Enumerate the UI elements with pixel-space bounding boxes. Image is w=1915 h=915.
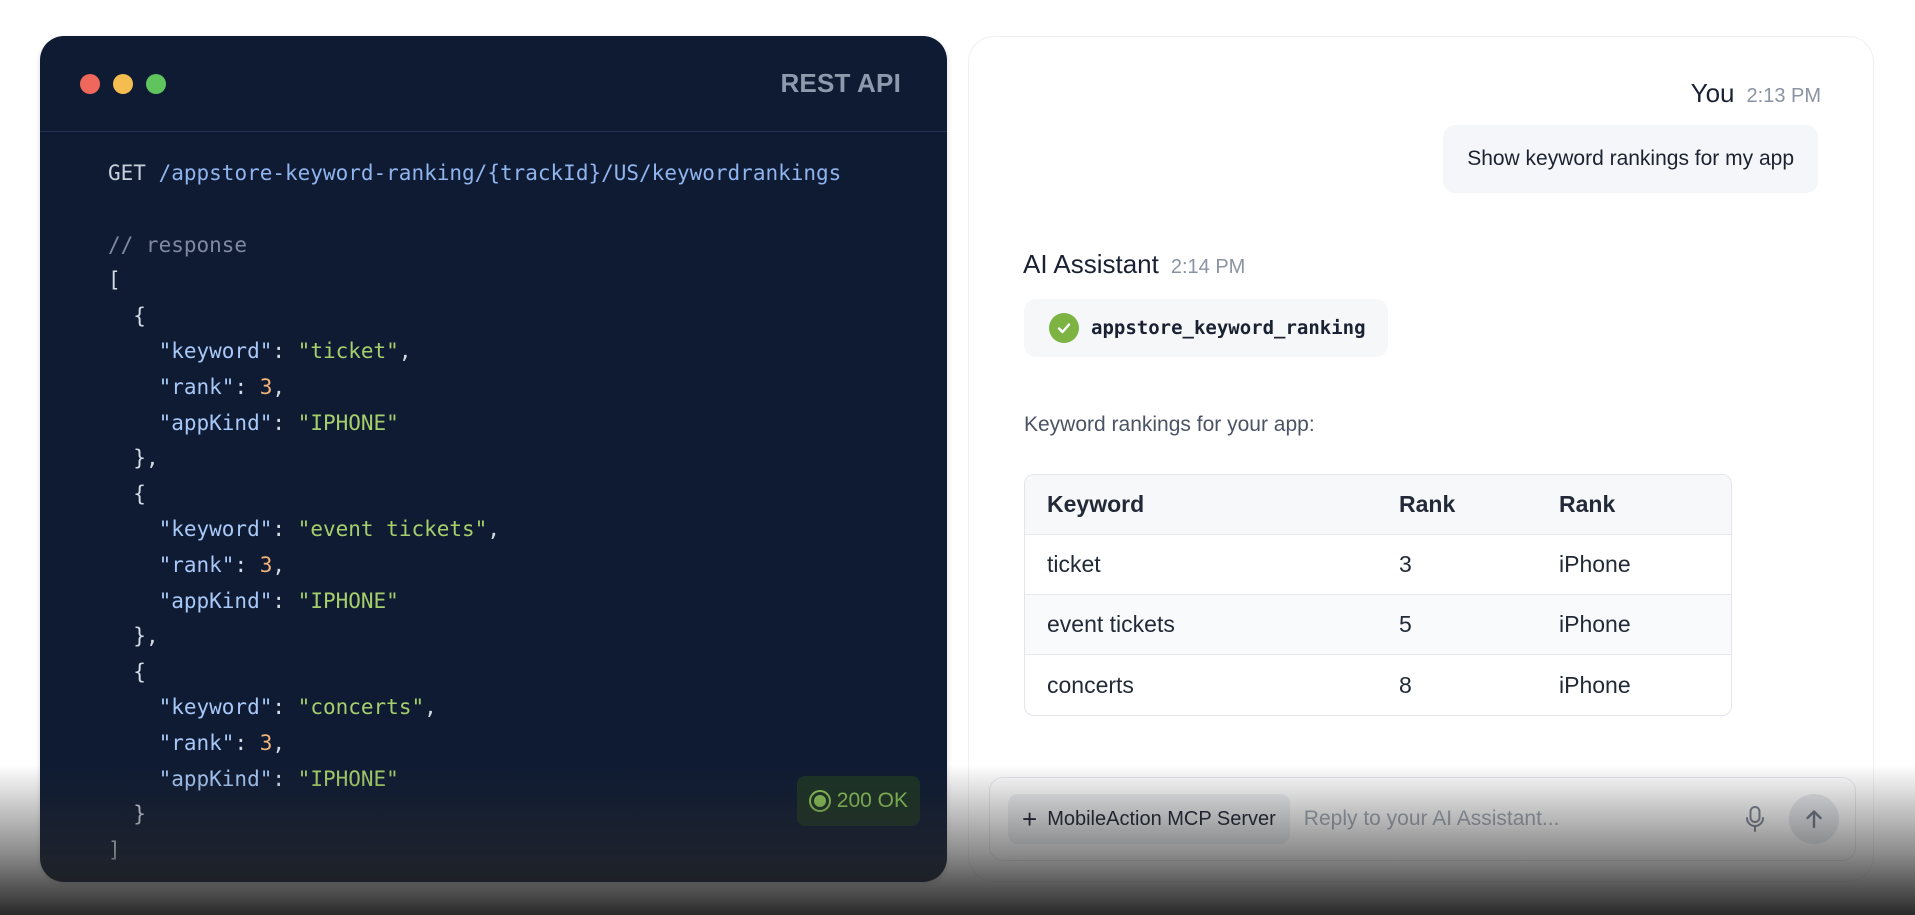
http-method: GET xyxy=(108,161,146,185)
cell-rank: 5 xyxy=(1377,595,1537,655)
cell-device: iPhone xyxy=(1537,595,1731,655)
send-button[interactable] xyxy=(1789,794,1839,844)
json-value: 3 xyxy=(259,552,273,577)
request-path: /appstore-keyword-ranking/{trackId}/US/k… xyxy=(158,161,842,185)
cell-rank: 3 xyxy=(1377,535,1537,595)
minimize-dot[interactable] xyxy=(113,73,133,94)
assistant-name: AI Assistant xyxy=(1023,249,1159,279)
column-header-keyword: Keyword xyxy=(1025,475,1377,535)
code-line: "appKind": "IPHONE" xyxy=(158,410,399,435)
json-key: "keyword" xyxy=(158,517,273,542)
cell-keyword: concerts xyxy=(1047,671,1134,698)
code-panel-header: REST API xyxy=(40,36,947,132)
plus-icon: + xyxy=(1022,804,1038,834)
reply-input[interactable] xyxy=(1303,794,1735,844)
close-dot[interactable] xyxy=(80,73,100,94)
code-line: "rank": 3, xyxy=(158,552,286,577)
keyword-ranking-table: Keyword Rank Rank ticket 3 iPhone event … xyxy=(1024,474,1732,716)
json-value: 3 xyxy=(259,730,273,755)
user-message-meta: You 2:13 PM xyxy=(1691,78,1821,109)
json-key: "rank" xyxy=(158,730,235,755)
cell-rank: 8 xyxy=(1399,671,1412,698)
json-key: "appKind" xyxy=(158,766,273,791)
code-panel-title: REST API xyxy=(780,68,901,98)
status-text: 200 OK xyxy=(836,789,908,812)
code-line: "keyword": "ticket", xyxy=(158,339,412,364)
code-line: }, xyxy=(133,624,159,649)
json-value: "ticket" xyxy=(297,339,399,364)
check-circle-icon xyxy=(1049,313,1079,343)
code-line: "rank": 3, xyxy=(158,374,286,399)
window-controls xyxy=(80,73,166,94)
table-row: ticket 3 iPhone xyxy=(1025,535,1731,595)
message-composer: + MobileAction MCP Server xyxy=(989,777,1856,861)
json-value: 3 xyxy=(259,374,273,399)
json-value: "event tickets" xyxy=(297,517,488,542)
table-row: concerts 8 iPhone xyxy=(1025,655,1731,715)
tool-call-chip[interactable]: appstore_keyword_ranking xyxy=(1024,299,1388,357)
json-key: "rank" xyxy=(158,374,235,399)
code-block: GET /appstore-keyword-ranking/{trackId}/… xyxy=(40,132,947,868)
json-key: "rank" xyxy=(158,552,235,577)
code-line: "rank": 3, xyxy=(158,730,286,755)
cell-keyword: event tickets xyxy=(1025,595,1377,655)
json-value: "IPHONE" xyxy=(297,410,399,435)
cell-keyword: ticket xyxy=(1025,535,1377,595)
code-line: { xyxy=(133,303,146,328)
mcp-server-label: MobileAction MCP Server xyxy=(1047,807,1276,830)
code-line: "keyword": "concerts", xyxy=(158,695,437,720)
code-line: }, xyxy=(133,446,159,471)
json-value: "concerts" xyxy=(297,695,425,720)
json-key: "appKind" xyxy=(158,410,273,435)
chat-panel: You 2:13 PM Show keyword rankings for my… xyxy=(968,36,1874,882)
status-badge: 200 OK xyxy=(796,776,920,826)
microphone-icon xyxy=(1746,806,1764,832)
json-value: "IPHONE" xyxy=(297,766,399,791)
code-line: { xyxy=(133,481,146,506)
arrow-up-icon xyxy=(1806,810,1822,829)
json-key: "keyword" xyxy=(158,339,273,364)
code-panel: REST API GET /appstore-keyword-ranking/{… xyxy=(40,36,947,882)
tool-name: appstore_keyword_ranking xyxy=(1091,317,1366,339)
code-line: { xyxy=(133,659,146,684)
mcp-server-button[interactable]: + MobileAction MCP Server xyxy=(1008,794,1290,844)
maximize-dot[interactable] xyxy=(146,73,166,94)
code-line: ] xyxy=(108,837,121,862)
json-key: "appKind" xyxy=(158,588,273,613)
user-message-time: 2:13 PM xyxy=(1746,85,1821,107)
json-key: "keyword" xyxy=(158,695,273,720)
user-name: You xyxy=(1690,78,1735,108)
assistant-intro-text: Keyword rankings for your app: xyxy=(1024,413,1315,436)
microphone-button[interactable] xyxy=(1735,794,1775,844)
status-dot-icon xyxy=(808,790,831,812)
code-line: "appKind": "IPHONE" xyxy=(158,588,399,613)
table-row: event tickets 5 iPhone xyxy=(1025,595,1731,655)
code-line: [ xyxy=(108,268,121,293)
cell-device: iPhone xyxy=(1559,671,1631,698)
json-value: "IPHONE" xyxy=(297,588,399,613)
assistant-message-time: 2:14 PM xyxy=(1170,256,1246,278)
response-comment: // response xyxy=(108,232,248,257)
request-line: GET /appstore-keyword-ranking/{trackId}/… xyxy=(108,156,947,192)
user-message-bubble: Show keyword rankings for my app xyxy=(1443,125,1818,193)
column-header-device: Rank xyxy=(1537,475,1731,535)
column-header-rank: Rank xyxy=(1377,475,1537,535)
table-header-row: Keyword Rank Rank xyxy=(1025,475,1731,535)
assistant-message-meta: AI Assistant 2:14 PM xyxy=(1023,249,1245,280)
cell-device: iPhone xyxy=(1537,535,1731,595)
code-line: "keyword": "event tickets", xyxy=(158,517,500,542)
